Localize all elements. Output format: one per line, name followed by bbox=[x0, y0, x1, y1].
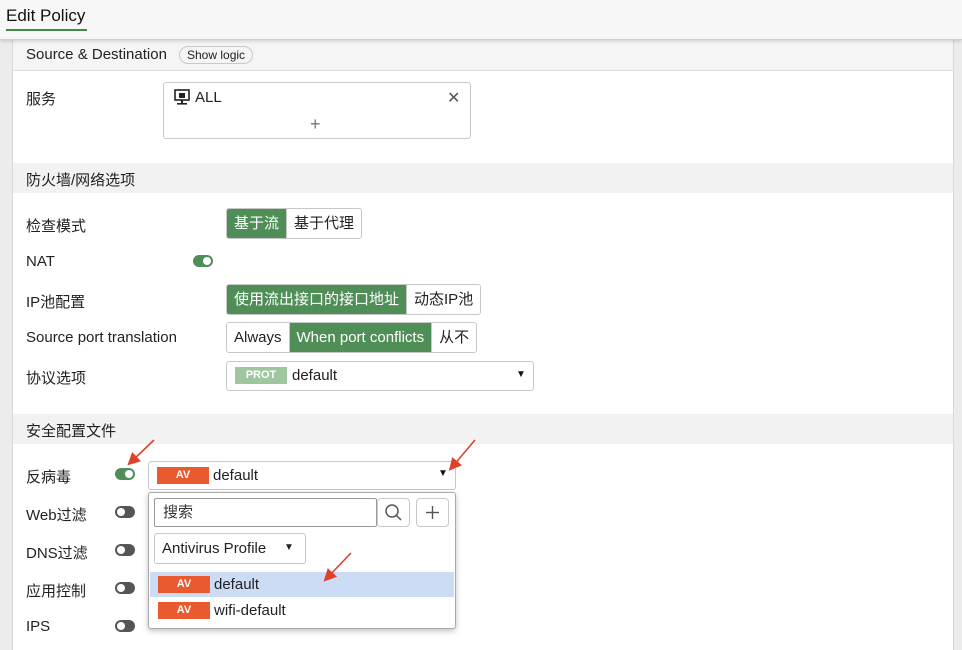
plus-icon bbox=[426, 506, 439, 519]
ip-pool-dynamic[interactable]: 动态IP池 bbox=[406, 285, 480, 314]
inspection-mode-toggle: 基于流 基于代理 bbox=[226, 208, 363, 239]
antivirus-profile-select[interactable]: AV default ▼ bbox=[148, 461, 456, 490]
source-port-when-conflicts[interactable]: When port conflicts bbox=[288, 323, 432, 352]
chevron-down-icon: ▼ bbox=[438, 468, 448, 479]
av-tag: AV bbox=[158, 576, 210, 593]
dns-filter-toggle[interactable] bbox=[115, 544, 135, 556]
web-filter-toggle[interactable] bbox=[115, 506, 135, 518]
inspection-mode-label: 检查模式 bbox=[26, 218, 87, 235]
add-button[interactable] bbox=[416, 498, 449, 527]
ip-pool-outgoing-interface[interactable]: 使用流出接口的接口地址 bbox=[227, 285, 407, 314]
source-port-never[interactable]: 从不 bbox=[431, 323, 476, 352]
dropdown-option[interactable]: AV wifi-default bbox=[150, 598, 454, 623]
dns-filter-label: DNS过滤 bbox=[26, 545, 88, 562]
protocol-options-select[interactable]: PROT default ▼ bbox=[226, 361, 534, 391]
app-control-toggle[interactable] bbox=[115, 582, 135, 594]
show-logic-button[interactable]: Show logic bbox=[179, 46, 254, 64]
profile-type-filter-label: Antivirus Profile bbox=[162, 540, 267, 557]
chevron-down-icon: ▼ bbox=[284, 542, 294, 553]
ips-label: IPS bbox=[26, 618, 51, 635]
dropdown-option[interactable]: AV default bbox=[150, 572, 454, 597]
ips-toggle[interactable] bbox=[115, 620, 135, 632]
section-firewall-options: 防火墙/网络选项 bbox=[12, 163, 954, 193]
service-remove-icon[interactable]: ✕ bbox=[447, 88, 460, 108]
top-bar: Edit Policy bbox=[0, 0, 962, 40]
page-title: Edit Policy bbox=[6, 6, 86, 25]
ip-pool-label: IP池配置 bbox=[26, 294, 86, 311]
protocol-options-label: 协议选项 bbox=[26, 370, 87, 387]
service-icon bbox=[174, 89, 190, 109]
dropdown-option-label: wifi-default bbox=[214, 602, 286, 619]
web-filter-label: Web过滤 bbox=[26, 507, 87, 524]
source-port-label: Source port translation bbox=[26, 329, 177, 346]
section-security-profiles: 安全配置文件 bbox=[12, 414, 954, 444]
section-title-security-profiles: 安全配置文件 bbox=[26, 423, 117, 440]
profile-type-filter[interactable]: Antivirus Profile ▼ bbox=[154, 533, 306, 564]
source-port-always[interactable]: Always bbox=[227, 323, 289, 352]
antivirus-profile-value: default bbox=[213, 467, 259, 484]
app-control-label: 应用控制 bbox=[26, 583, 87, 600]
antivirus-profile-dropdown: Antivirus Profile ▼ AV default AV wifi-d… bbox=[148, 492, 456, 629]
search-button[interactable] bbox=[377, 498, 410, 527]
service-add-icon[interactable]: + bbox=[310, 114, 321, 135]
search-icon bbox=[385, 504, 402, 521]
section-title-firewall: 防火墙/网络选项 bbox=[26, 172, 136, 189]
section-title-source-destination: Source & Destination bbox=[26, 46, 167, 63]
title-underline bbox=[6, 29, 87, 31]
dropdown-option-label: default bbox=[214, 576, 260, 593]
source-port-toggle: Always When port conflicts 从不 bbox=[226, 322, 478, 353]
search-input[interactable] bbox=[161, 503, 370, 522]
nat-toggle[interactable] bbox=[193, 255, 213, 267]
service-field[interactable]: ALL ✕ + bbox=[163, 82, 471, 139]
av-tag: AV bbox=[158, 602, 210, 619]
inspection-mode-flow[interactable]: 基于流 bbox=[227, 209, 287, 238]
ip-pool-toggle: 使用流出接口的接口地址 动态IP池 bbox=[226, 284, 482, 315]
chevron-down-icon: ▼ bbox=[516, 369, 526, 380]
protocol-options-value: default bbox=[292, 367, 338, 384]
antivirus-toggle[interactable] bbox=[115, 468, 135, 480]
service-label: 服务 bbox=[26, 91, 57, 108]
section-source-destination: Source & Destination bbox=[12, 40, 954, 71]
service-value: ALL bbox=[195, 89, 222, 106]
antivirus-label: 反病毒 bbox=[26, 469, 72, 486]
search-field[interactable] bbox=[154, 498, 377, 527]
av-tag: AV bbox=[157, 467, 209, 484]
inspection-mode-proxy[interactable]: 基于代理 bbox=[286, 209, 361, 238]
nat-label: NAT bbox=[26, 253, 55, 270]
prot-tag: PROT bbox=[235, 367, 287, 384]
